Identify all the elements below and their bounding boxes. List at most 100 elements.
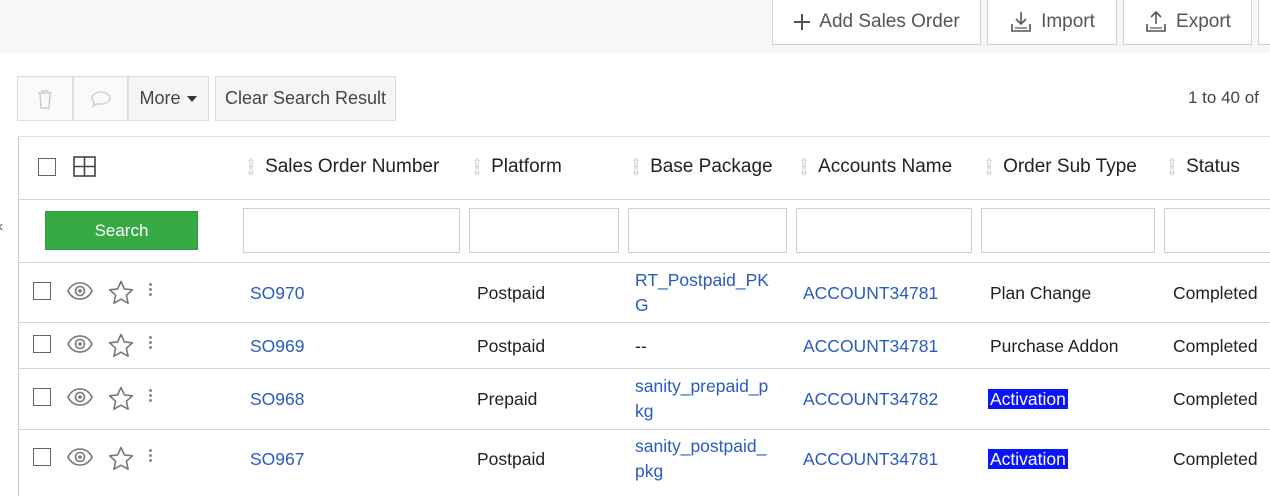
account-name-link[interactable]: ACCOUNT34781 [803, 447, 938, 472]
chevron-left-icon[interactable]: ‹ [0, 218, 3, 236]
account-name-link[interactable]: ACCOUNT34781 [803, 281, 938, 306]
highlighted-text: Activation [988, 449, 1068, 469]
base-package-link[interactable]: sanity_postpaid_ pkg [635, 434, 766, 484]
sort-icon: ⇧ ⇩ [984, 156, 995, 178]
star-icon[interactable] [108, 446, 134, 471]
row-divider [18, 368, 1270, 369]
platform-cell: Postpaid [477, 449, 546, 469]
filter-status-input[interactable] [1164, 208, 1270, 253]
sort-icon: ⇧ ⇩ [472, 156, 483, 178]
sales-order-number-link[interactable]: SO969 [250, 334, 304, 359]
grid-icon[interactable] [73, 156, 96, 177]
status-cell: Completed [1173, 449, 1258, 469]
column-header-label: Order Sub Type [1003, 156, 1137, 177]
sales-order-number-link[interactable]: SO970 [250, 281, 304, 306]
search-button[interactable]: Search [45, 211, 198, 250]
order-sub-type-cell: Activation [988, 387, 1068, 412]
platform-cell: Postpaid [477, 283, 546, 303]
header-divider [18, 199, 1270, 200]
sort-icon: ⇧ ⇩ [246, 156, 257, 178]
base-package-line: sanity_prepaid_p [635, 376, 769, 396]
clear-search-label: Clear Search Result [224, 88, 387, 108]
base-package-link[interactable]: RT_Postpaid_PK G [635, 268, 769, 318]
select-all-checkbox[interactable] [38, 158, 56, 176]
sort-icon: ⇧ ⇩ [1167, 156, 1178, 178]
account-name-link[interactable]: ACCOUNT34782 [803, 387, 938, 412]
row-checkbox[interactable] [33, 388, 51, 406]
column-header-sales-order-number[interactable]: ⇧ ⇩ Sales Order Number [246, 156, 439, 178]
import-button[interactable]: Import [987, 0, 1117, 45]
eye-icon[interactable] [67, 447, 93, 467]
eye-icon[interactable] [67, 281, 93, 301]
more-toolbar-button[interactable] [1258, 0, 1270, 45]
order-sub-type-cell: Purchase Addon [990, 336, 1119, 356]
row-checkbox[interactable] [33, 335, 51, 353]
column-header-accounts-name[interactable]: ⇧ ⇩ Accounts Name [799, 156, 952, 178]
comment-button[interactable] [73, 76, 128, 121]
row-divider [18, 322, 1270, 323]
base-package-line: kg [635, 401, 654, 421]
sort-icon: ⇧ ⇩ [631, 156, 642, 178]
column-header-base-package[interactable]: ⇧ ⇩ Base Package [631, 156, 773, 178]
filter-accounts-name-input[interactable] [796, 208, 972, 253]
base-package-line: RT_Postpaid_PK [635, 270, 769, 290]
comment-icon [90, 90, 111, 107]
column-header-label: Platform [491, 156, 562, 177]
row-checkbox[interactable] [33, 448, 51, 466]
status-cell: Completed [1173, 336, 1258, 356]
filter-sales-order-number-input[interactable] [243, 208, 460, 253]
kebab-icon[interactable] [149, 449, 152, 464]
column-header-label: Sales Order Number [265, 156, 440, 177]
base-package-link[interactable]: sanity_prepaid_p kg [635, 374, 768, 424]
base-package-line: G [635, 295, 649, 315]
sort-icon: ⇧ ⇩ [799, 156, 810, 178]
account-name-link[interactable]: ACCOUNT34781 [803, 334, 938, 359]
row-divider [18, 429, 1270, 430]
caret-down-icon [186, 95, 197, 102]
filter-divider [18, 262, 1270, 263]
column-header-status[interactable]: ⇧ ⇩ Status [1167, 156, 1240, 178]
more-dropdown[interactable]: More [128, 76, 209, 121]
import-icon [1011, 12, 1031, 32]
platform-cell: Prepaid [477, 389, 538, 409]
export-button[interactable]: Export [1123, 0, 1252, 45]
export-label: Export [1176, 11, 1231, 32]
base-package-line: sanity_postpaid_ [635, 436, 767, 456]
more-label: More [139, 88, 181, 108]
base-package-cell: -- [635, 336, 647, 356]
highlighted-text: Activation [988, 389, 1068, 409]
column-header-label: Accounts Name [818, 156, 953, 177]
star-icon[interactable] [108, 333, 134, 358]
sales-order-number-link[interactable]: SO968 [250, 387, 304, 412]
kebab-icon[interactable] [149, 336, 152, 351]
star-icon[interactable] [108, 386, 134, 411]
import-label: Import [1041, 11, 1095, 32]
filter-platform-input[interactable] [469, 208, 619, 253]
star-icon[interactable] [108, 280, 134, 305]
column-header-platform[interactable]: ⇧ ⇩ Platform [472, 156, 562, 178]
eye-icon[interactable] [67, 387, 93, 407]
platform-cell: Postpaid [477, 336, 546, 356]
base-package-line: pkg [635, 461, 664, 481]
clear-search-button[interactable]: Clear Search Result [215, 76, 396, 121]
filter-order-sub-type-input[interactable] [981, 208, 1155, 253]
filter-base-package-input[interactable] [628, 208, 787, 253]
column-header-order-sub-type[interactable]: ⇧ ⇩ Order Sub Type [984, 156, 1137, 178]
order-sub-type-cell: Plan Change [990, 283, 1092, 303]
plus-icon [794, 14, 811, 30]
column-header-label: Status [1186, 156, 1240, 177]
add-sales-order-label: Add Sales Order [819, 11, 960, 32]
add-sales-order-button[interactable]: Add Sales Order [772, 0, 981, 45]
sales-order-number-link[interactable]: SO967 [250, 447, 304, 472]
row-checkbox[interactable] [33, 282, 51, 300]
kebab-icon[interactable] [149, 389, 152, 404]
column-header-label: Base Package [650, 156, 773, 177]
trash-icon [38, 89, 52, 109]
export-icon [1146, 10, 1166, 32]
status-cell: Completed [1173, 283, 1258, 303]
eye-icon[interactable] [67, 334, 93, 354]
order-sub-type-cell: Activation [988, 447, 1068, 472]
status-cell: Completed [1173, 389, 1258, 409]
delete-button[interactable] [17, 76, 73, 121]
kebab-icon[interactable] [149, 283, 152, 298]
